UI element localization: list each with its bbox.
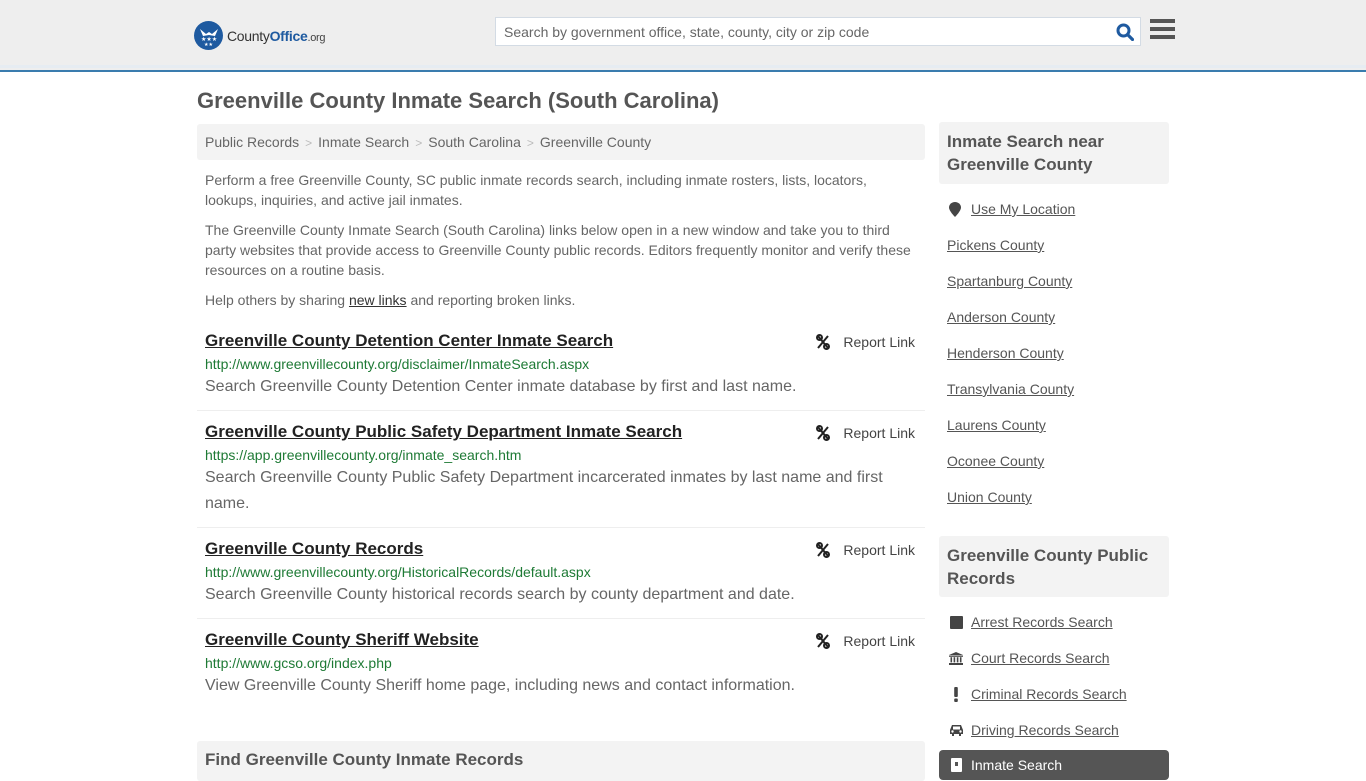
broken-link-icon <box>816 542 831 558</box>
sidebar-item-label: Arrest Records Search <box>971 614 1113 630</box>
courthouse-icon <box>949 651 963 665</box>
result-url: https://app.greenvillecounty.org/inmate_… <box>205 447 522 463</box>
svg-text:★★: ★★ <box>204 42 213 46</box>
sidebar-item-court-records[interactable]: Court Records Search <box>947 650 1110 666</box>
nearby-county-link[interactable]: Anderson County <box>947 309 1055 325</box>
report-link-button[interactable]: Report Link <box>815 334 915 350</box>
use-my-location-label: Use My Location <box>971 201 1076 217</box>
sidebar-item-label: Driving Records Search <box>971 722 1119 738</box>
result-url: http://www.greenvillecounty.org/Historic… <box>205 564 591 580</box>
find-records-heading: Find Greenville County Inmate Records <box>197 741 925 781</box>
logo-wordmark: CountyOffice.org <box>227 27 326 44</box>
intro-paragraph: Perform a free Greenville County, SC pub… <box>205 172 867 208</box>
share-paragraph: Help others by sharing new links and rep… <box>205 290 920 310</box>
broken-link-icon <box>816 334 831 350</box>
sidebar-item-driving-records[interactable]: Driving Records Search <box>947 722 1119 738</box>
nearby-county-link[interactable]: Union County <box>947 489 1032 505</box>
result-title-link[interactable]: Greenville County Detention Center Inmat… <box>205 330 613 352</box>
breadcrumb-separator: > <box>526 136 534 150</box>
search-bar <box>495 17 1141 46</box>
result-item: Greenville County Records Report Link ht… <box>197 538 925 619</box>
eagle-stars-logo-icon: ★★★ ★★ <box>194 21 223 50</box>
result-description: Search Greenville County Detention Cente… <box>205 378 797 395</box>
report-link-button[interactable]: Report Link <box>815 633 915 649</box>
breadcrumb-greenville-county[interactable]: Greenville County <box>540 134 651 150</box>
site-header: ★★★ ★★ CountyOffice.org <box>0 0 1366 72</box>
result-url: http://www.gcso.org/index.php <box>205 655 392 671</box>
sidebar-item-label: Criminal Records Search <box>971 686 1127 702</box>
search-icon <box>1116 23 1134 41</box>
report-link-button[interactable]: Report Link <box>815 425 915 441</box>
map-marker-icon <box>949 201 961 217</box>
nearby-county-link[interactable]: Spartanburg County <box>947 273 1072 289</box>
hamburger-bar <box>1150 27 1175 31</box>
book-icon <box>949 615 963 629</box>
nearby-heading: Inmate Search near Greenville County <box>939 122 1169 184</box>
sidebar-item-label: Court Records Search <box>971 650 1110 666</box>
result-title-link[interactable]: Greenville County Public Safety Departme… <box>205 421 682 443</box>
share-text: Help others by sharing <box>205 292 349 308</box>
sidebar-item-inmate-search-active[interactable]: Inmate Search <box>939 750 1169 780</box>
hamburger-menu-button[interactable] <box>1150 19 1175 41</box>
search-input[interactable] <box>496 18 1110 45</box>
result-item: Greenville County Public Safety Departme… <box>197 421 925 528</box>
nearby-county-link[interactable]: Henderson County <box>947 345 1064 361</box>
nearby-county-link[interactable]: Pickens County <box>947 237 1044 253</box>
jail-door-icon <box>950 758 962 772</box>
use-my-location-link[interactable]: Use My Location <box>947 201 1075 217</box>
sidebar-item-criminal-records[interactable]: Criminal Records Search <box>947 686 1127 702</box>
share-text-end: and reporting broken links. <box>406 292 576 308</box>
nearby-county-link[interactable]: Laurens County <box>947 417 1046 433</box>
breadcrumb-inmate-search[interactable]: Inmate Search <box>318 134 409 150</box>
result-title-link[interactable]: Greenville County Sheriff Website <box>205 629 479 651</box>
result-item: Greenville County Detention Center Inmat… <box>197 330 925 411</box>
report-link-label: Report Link <box>843 542 915 558</box>
result-item: Greenville County Sheriff Website Report… <box>197 629 925 710</box>
report-link-label: Report Link <box>843 425 915 441</box>
sidebar-item-arrest-records[interactable]: Arrest Records Search <box>947 614 1113 630</box>
report-link-label: Report Link <box>843 633 915 649</box>
breadcrumb-public-records[interactable]: Public Records <box>205 134 299 150</box>
car-icon <box>949 725 963 736</box>
nearby-county-link[interactable]: Oconee County <box>947 453 1044 469</box>
report-link-button[interactable]: Report Link <box>815 542 915 558</box>
new-links-link[interactable]: new links <box>349 292 407 308</box>
result-description: Search Greenville County historical reco… <box>205 586 795 603</box>
result-description: View Greenville County Sheriff home page… <box>205 677 795 694</box>
hamburger-menu-icon <box>1150 19 1175 23</box>
sidebar-item-label: Inmate Search <box>971 757 1063 773</box>
hamburger-bar <box>1150 35 1175 39</box>
site-logo[interactable]: ★★★ ★★ CountyOffice.org <box>194 21 326 50</box>
result-description: Search Greenville County Public Safety D… <box>205 469 883 512</box>
result-title-link[interactable]: Greenville County Records <box>205 538 423 560</box>
public-records-heading: Greenville County Public Records <box>939 536 1169 597</box>
report-link-label: Report Link <box>843 334 915 350</box>
broken-link-icon <box>816 633 831 649</box>
exclamation-icon <box>954 686 958 702</box>
page-title: Greenville County Inmate Search (South C… <box>197 88 719 113</box>
breadcrumb: Public Records > Inmate Search > South Carol… <box>197 124 925 160</box>
result-url: http://www.greenvillecounty.org/disclaim… <box>205 356 590 372</box>
breadcrumb-south-carolina[interactable]: South Carolina <box>428 134 521 150</box>
nearby-county-link[interactable]: Transylvania County <box>947 381 1074 397</box>
breadcrumb-separator: > <box>305 136 313 150</box>
broken-link-icon <box>816 425 831 441</box>
disclaimer-paragraph: The Greenville County Inmate Search (Sou… <box>205 222 911 278</box>
search-button[interactable] <box>1110 18 1140 46</box>
breadcrumb-separator: > <box>415 136 423 150</box>
